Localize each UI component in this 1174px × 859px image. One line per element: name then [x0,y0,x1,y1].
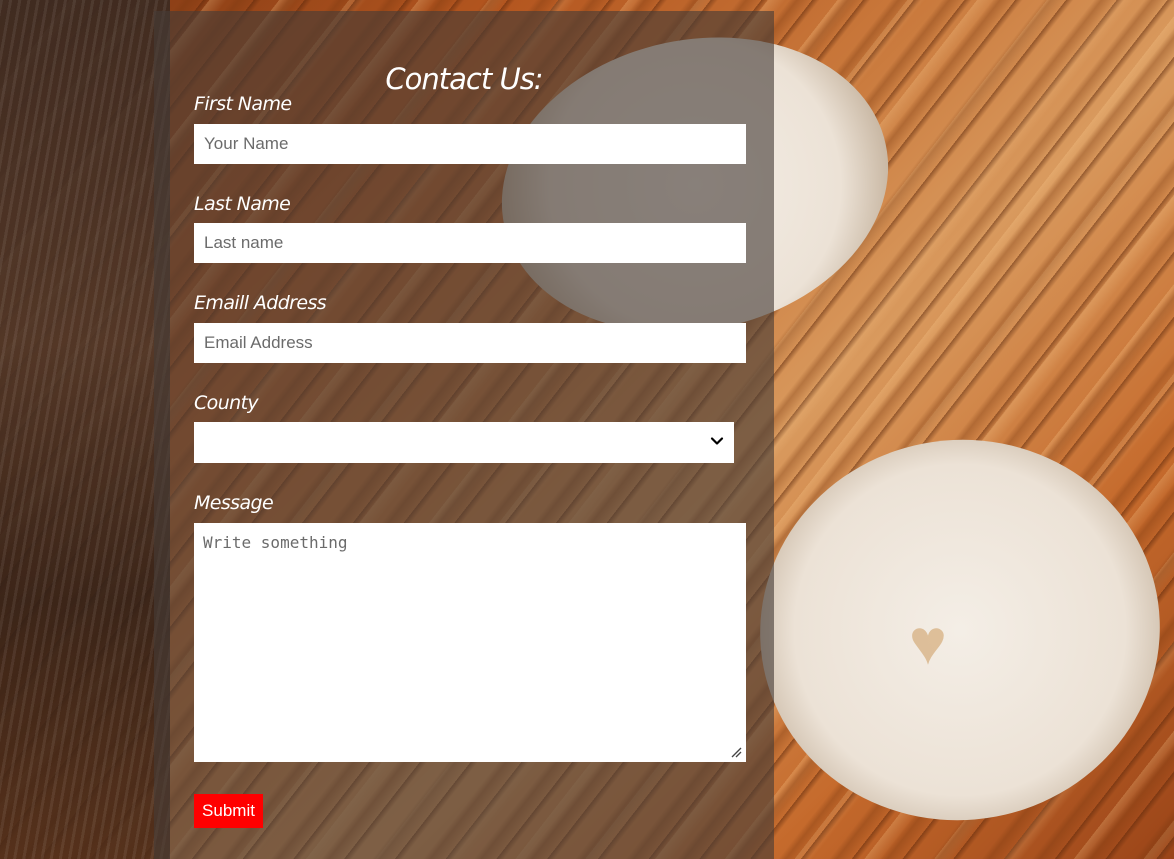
email-input[interactable] [194,323,746,363]
message-label: Message [194,492,274,514]
chevron-down-icon [710,437,724,445]
county-select[interactable] [194,422,734,463]
email-label: Emaill Address [194,292,327,314]
county-label: County [194,392,259,414]
message-textarea[interactable] [194,523,746,762]
contact-form-panel: Contact Us: First Name Last Name Emaill … [154,11,774,859]
submit-button[interactable]: Submit [194,794,263,828]
heart-wax-mark: ♥ [909,606,947,678]
last-name-input[interactable] [194,223,746,263]
first-name-label: First Name [194,93,292,115]
first-name-input[interactable] [194,124,746,164]
resize-grip-icon[interactable] [730,746,742,758]
bark-texture [0,0,170,859]
last-name-label: Last Name [194,193,291,215]
